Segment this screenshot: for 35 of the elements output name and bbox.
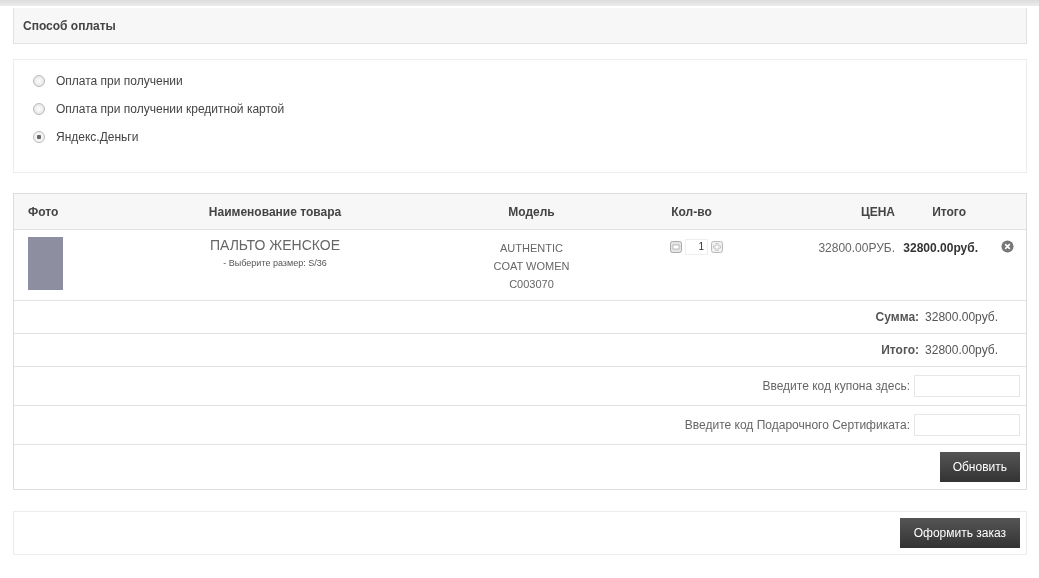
option-label[interactable]: Оплата при получении кредитной картой xyxy=(56,102,285,116)
model-text: AUTHENTIC xyxy=(500,241,563,256)
section-title: Способ оплаты xyxy=(23,18,116,33)
radio-button[interactable] xyxy=(33,131,45,143)
column-header: Фото xyxy=(27,204,60,219)
quantity-field[interactable]: 1 xyxy=(685,239,708,255)
column-header: Кол-во xyxy=(670,204,713,219)
product-name[interactable]: ПАЛЬТО ЖЕНСКОЕ xyxy=(209,237,341,253)
summary-label: Сумма: xyxy=(875,310,920,324)
column-header: Итого xyxy=(931,204,967,219)
summary-value: 32800.00руб. xyxy=(925,343,998,357)
code-label: Введите код купона здесь: xyxy=(762,379,910,393)
radio-button[interactable] xyxy=(33,75,45,87)
summary-label: Итого: xyxy=(881,343,920,357)
plus-icon[interactable] xyxy=(711,241,723,253)
column-header: Наименование товара xyxy=(207,204,343,219)
remove-icon[interactable] xyxy=(1000,240,1014,253)
model-text: COAT WOMEN xyxy=(493,259,570,274)
code-field[interactable] xyxy=(914,414,1020,436)
minus-icon[interactable] xyxy=(670,241,682,253)
column-header: Модель xyxy=(507,204,556,219)
price-text: 32800.00РУБ. xyxy=(817,241,895,255)
code-label: Введите код Подарочного Сертификата: xyxy=(684,418,910,432)
option-label[interactable]: Яндекс.Деньги xyxy=(56,130,139,144)
code-field[interactable] xyxy=(914,375,1020,397)
product-option: - Выберите размер: S/36 xyxy=(223,258,327,268)
summary-value: 32800.00руб. xyxy=(925,310,998,324)
total-text: 32800.00руб. xyxy=(902,241,979,255)
column-header: ЦЕНА xyxy=(859,204,895,219)
model-text: C003070 xyxy=(509,277,554,292)
update-button[interactable]: Обновить xyxy=(939,452,1020,482)
radio-button[interactable] xyxy=(33,103,45,115)
option-label[interactable]: Оплата при получении xyxy=(56,74,183,88)
checkout-button[interactable]: Оформить заказ xyxy=(899,518,1020,548)
photo-placeholder xyxy=(28,237,63,290)
